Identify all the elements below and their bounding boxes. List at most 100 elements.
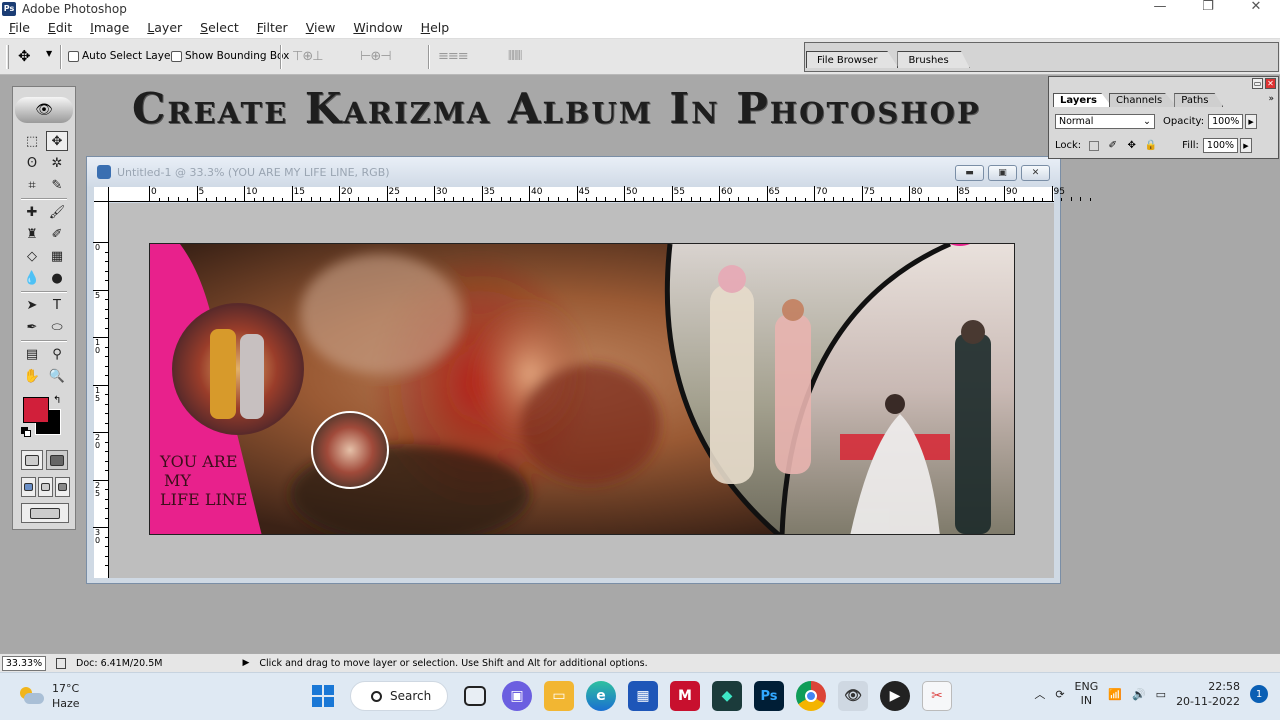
align-horizontal-buttons[interactable]: ⊢⊕⊣ [360, 49, 392, 64]
sync-icon[interactable]: ⟳ [1055, 688, 1064, 701]
ruler-origin[interactable] [94, 187, 109, 202]
filmora-icon[interactable]: ◆ [712, 681, 742, 711]
menu-window[interactable]: Window [352, 20, 403, 35]
menu-select[interactable]: Select [199, 20, 240, 35]
screen-mode-full-menu-button[interactable] [38, 477, 53, 497]
checkbox-icon[interactable] [171, 50, 182, 62]
opacity-slider-button[interactable]: ▶ [1245, 114, 1258, 129]
blur-tool-icon[interactable]: 💧 [21, 268, 43, 288]
status-menu-arrow-icon[interactable]: ▶ [242, 658, 249, 668]
menu-edit[interactable]: Edit [47, 20, 73, 35]
history-brush-tool-icon[interactable]: ✐ [46, 224, 68, 244]
menu-view[interactable]: View [305, 20, 337, 35]
volume-icon[interactable]: 🔊 [1132, 688, 1146, 701]
brush-tool-icon[interactable]: 🖌 [46, 202, 68, 222]
zoom-level-field[interactable]: 33.33% [2, 655, 46, 671]
lasso-tool-icon[interactable]: ʘ [21, 153, 43, 173]
show-bounding-box-checkbox[interactable]: Show Bounding Box [171, 50, 289, 62]
fill-slider-button[interactable]: ▶ [1239, 138, 1252, 153]
shape-tool-icon[interactable]: ⬭ [46, 317, 68, 337]
microsoft-store-icon[interactable]: ▦ [628, 681, 658, 711]
file-explorer-icon[interactable]: ▭ [544, 681, 574, 711]
healing-brush-tool-icon[interactable]: ✚ [21, 202, 43, 222]
clone-stamp-tool-icon[interactable]: ♜ [21, 224, 43, 244]
minimize-button[interactable]: — [1136, 0, 1184, 14]
lock-all-icon[interactable]: 🔒 [1144, 140, 1156, 151]
jump-to-imageready-button[interactable] [21, 503, 69, 523]
doc-minimize-button[interactable]: ▬ [955, 165, 984, 181]
maximize-button[interactable]: ❐ [1184, 0, 1232, 14]
menu-help[interactable]: Help [420, 20, 451, 35]
chat-icon[interactable]: ▣ [502, 681, 532, 711]
doc-restore-button[interactable]: ▣ [988, 165, 1017, 181]
slice-tool-icon[interactable]: ✎ [46, 175, 68, 195]
default-colors-icon[interactable] [21, 427, 31, 437]
task-view-icon[interactable] [464, 686, 486, 706]
zoom-tool-icon[interactable]: 🔍 [46, 366, 68, 386]
move-tool-preset-icon[interactable]: ✥ [18, 47, 31, 65]
swap-colors-icon[interactable]: ↰ [53, 395, 61, 406]
tab-channels[interactable]: Channels [1109, 93, 1178, 107]
tab-paths[interactable]: Paths [1174, 93, 1224, 107]
language-indicator[interactable]: ENG IN [1075, 680, 1099, 708]
eyedropper-tool-icon[interactable]: ⚲ [46, 344, 68, 364]
move-tool-icon[interactable]: ✥ [46, 131, 68, 151]
close-button[interactable]: ✕ [1232, 0, 1280, 14]
dodge-tool-icon[interactable]: ● [46, 268, 68, 288]
horizontal-ruler[interactable]: 0 5 10 15 20 25 30 35 40 45 50 55 60 65 70 75 80 85 90 95 [109, 186, 1091, 202]
menu-file[interactable]: File [8, 20, 31, 35]
taskbar-search[interactable]: Search [350, 681, 448, 711]
foreground-color-swatch[interactable] [23, 397, 49, 423]
chrome-browser-icon[interactable] [796, 681, 826, 711]
vertical-ruler[interactable]: 0 5 10 15 20 25 30 [93, 202, 109, 578]
screen-mode-standard-button[interactable] [21, 477, 36, 497]
standard-mode-button[interactable] [21, 450, 43, 470]
document-info-icon[interactable] [56, 657, 66, 669]
album-canvas[interactable]: YOU ARE MY LIFE LINE [149, 243, 1015, 535]
quick-mask-mode-button[interactable] [46, 450, 68, 470]
doc-close-button[interactable]: ✕ [1021, 165, 1050, 181]
align-vertical-buttons[interactable]: ⊤⊕⊥ [292, 49, 324, 64]
clock[interactable]: 22:58 20-11-2022 [1176, 679, 1240, 709]
opacity-input[interactable]: 100% [1208, 114, 1244, 129]
photoshop-taskbar-icon[interactable]: Ps [754, 681, 784, 711]
path-selection-tool-icon[interactable]: ➤ [21, 295, 43, 315]
chevron-up-icon[interactable]: ︿ [1034, 686, 1045, 702]
menu-layer[interactable]: Layer [146, 20, 183, 35]
photoshop-old-icon[interactable]: 👁 [838, 681, 868, 711]
options-bar-grip[interactable] [6, 45, 9, 69]
weather-widget[interactable]: 17°C Haze [18, 681, 80, 711]
menu-image[interactable]: Image [89, 20, 130, 35]
checkbox-icon[interactable] [68, 50, 79, 62]
eraser-tool-icon[interactable]: ◇ [21, 246, 43, 266]
blend-mode-select[interactable]: Normal ⌄ [1055, 114, 1155, 129]
chevron-down-icon[interactable]: ▼ [46, 49, 52, 58]
pen-tool-icon[interactable]: ✒ [21, 317, 43, 337]
lock-position-icon[interactable]: ✥ [1126, 140, 1137, 151]
adobe-eye-logo-icon[interactable]: 👁 [15, 97, 73, 123]
gradient-tool-icon[interactable]: ▦ [46, 246, 68, 266]
marquee-tool-icon[interactable]: ⬚ [21, 131, 43, 151]
distribute-vertical-buttons[interactable]: ≡≡≡ [438, 49, 469, 64]
battery-icon[interactable]: ▭ [1156, 688, 1166, 701]
auto-select-layer-checkbox[interactable]: Auto Select Layer [68, 50, 175, 62]
notes-tool-icon[interactable]: ▤ [21, 344, 43, 364]
lock-transparency-icon[interactable] [1089, 140, 1100, 151]
tab-layers[interactable]: Layers [1053, 93, 1112, 107]
tab-file-browser[interactable]: File Browser [806, 51, 899, 68]
screen-mode-full-button[interactable] [55, 477, 70, 497]
edge-browser-icon[interactable]: e [586, 681, 616, 711]
notification-badge[interactable]: 1 [1250, 685, 1268, 703]
windows-start-icon[interactable] [308, 681, 338, 711]
wifi-icon[interactable]: 📶 [1108, 688, 1122, 701]
magic-wand-tool-icon[interactable]: ✲ [46, 153, 68, 173]
palette-menu-icon[interactable]: » [1268, 94, 1274, 104]
crop-tool-icon[interactable]: ⌗ [21, 175, 43, 195]
fill-input[interactable]: 100% [1202, 138, 1238, 153]
type-tool-icon[interactable]: T [46, 295, 68, 315]
snipping-tool-icon[interactable]: ✂ [922, 681, 952, 711]
palette-close-button[interactable]: ✕ [1265, 78, 1276, 89]
media-player-icon[interactable]: ▶ [880, 681, 910, 711]
document-titlebar[interactable]: Untitled-1 @ 33.3% (YOU ARE MY LIFE LINE… [87, 157, 1060, 187]
menu-filter[interactable]: Filter [256, 20, 289, 35]
